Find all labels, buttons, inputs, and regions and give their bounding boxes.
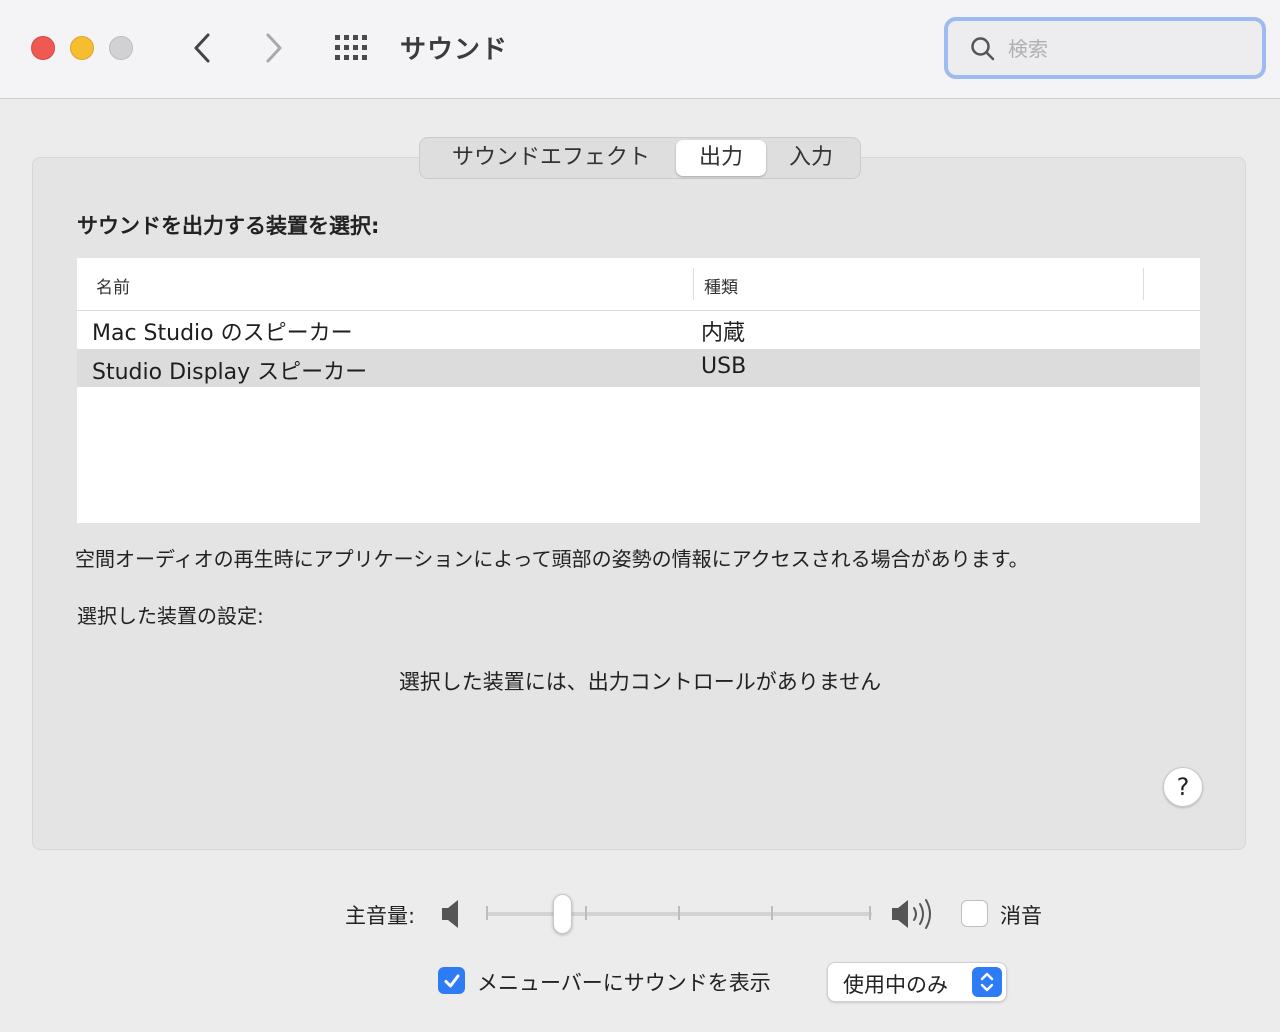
device-table: 名前 種類 Mac Studio のスピーカー 内蔵 Studio Displa… xyxy=(77,258,1200,523)
stepper-arrows-icon xyxy=(972,967,1002,997)
search-icon xyxy=(971,37,995,61)
slider-tick xyxy=(869,906,871,920)
device-type: USB xyxy=(701,354,747,379)
zoom-button[interactable] xyxy=(109,36,133,60)
column-header-type[interactable]: 種類 xyxy=(704,273,738,298)
slider-tick xyxy=(486,906,488,920)
show-in-menubar-checkbox[interactable] xyxy=(438,967,465,994)
checkmark-icon xyxy=(444,974,459,987)
output-volume-label: 主音量: xyxy=(345,904,416,928)
back-button[interactable] xyxy=(182,28,222,68)
close-button[interactable] xyxy=(31,36,55,60)
device-name: Mac Studio のスピーカー xyxy=(92,321,353,346)
device-name: Studio Display スピーカー xyxy=(92,360,368,385)
title-bar: サウンド xyxy=(0,0,1280,99)
forward-button[interactable] xyxy=(254,28,294,68)
slider-tick xyxy=(678,906,680,920)
no-controls-message: 選択した装置には、出力コントロールがありません xyxy=(398,670,882,694)
speaker-high-icon xyxy=(892,899,931,929)
select-value: 使用中のみ xyxy=(843,973,948,997)
show-all-button[interactable] xyxy=(332,32,372,64)
tab-sound-effects[interactable]: サウンドエフェクト xyxy=(426,140,676,176)
column-divider[interactable] xyxy=(1143,268,1144,300)
table-header: 名前 種類 xyxy=(77,258,1200,311)
tab-output[interactable]: 出力 xyxy=(676,140,766,176)
tab-input[interactable]: 入力 xyxy=(766,140,856,176)
search-field[interactable] xyxy=(944,17,1266,79)
column-divider[interactable] xyxy=(693,268,694,300)
grid-icon xyxy=(335,35,367,60)
device-settings-label: 選択した装置の設定: xyxy=(77,604,264,628)
speaker-low-icon xyxy=(442,900,458,928)
column-header-name[interactable]: 名前 xyxy=(96,273,130,298)
minimize-button[interactable] xyxy=(70,36,94,60)
window-title: サウンド xyxy=(400,35,509,65)
slider-tick xyxy=(585,906,587,920)
mute-checkbox[interactable] xyxy=(961,900,988,927)
table-row-selected[interactable]: Studio Display スピーカー USB xyxy=(77,349,1200,387)
menubar-visibility-select[interactable]: 使用中のみ xyxy=(827,962,1007,1002)
output-device-heading: サウンドを出力する装置を選択: xyxy=(77,214,380,238)
search-input[interactable] xyxy=(1006,33,1250,65)
device-type: 内蔵 xyxy=(701,321,746,346)
show-in-menubar-label[interactable]: メニューバーにサウンドを表示 xyxy=(477,967,771,997)
chevron-right-icon xyxy=(266,33,282,63)
table-row[interactable]: Mac Studio のスピーカー 内蔵 xyxy=(77,310,1200,348)
help-button[interactable]: ? xyxy=(1163,767,1203,807)
slider-tick xyxy=(771,906,773,920)
mute-label[interactable]: 消音 xyxy=(1000,900,1042,930)
chevron-left-icon xyxy=(194,33,210,63)
spatial-audio-note: 空間オーディオの再生時にアプリケーションによって頭部の姿勢の情報にアクセスされる… xyxy=(75,547,1029,571)
tab-bar: サウンドエフェクト 出力 入力 xyxy=(419,137,861,179)
volume-slider-knob[interactable] xyxy=(553,894,573,934)
